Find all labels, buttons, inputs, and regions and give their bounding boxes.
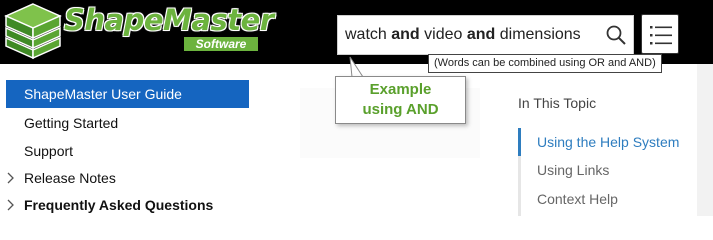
search-icon[interactable] bbox=[605, 24, 627, 46]
sidebar-item-label: Getting Started bbox=[24, 115, 119, 131]
search-term: video bbox=[419, 26, 467, 43]
menu-button[interactable] bbox=[641, 14, 679, 54]
example-callout: Example using AND bbox=[335, 76, 466, 124]
search-term: dimensions bbox=[495, 26, 581, 43]
sidebar-item-release-notes[interactable]: Release Notes bbox=[6, 164, 249, 192]
chevron-right-icon[interactable] bbox=[6, 164, 16, 192]
sidebar-item-faq[interactable]: Frequently Asked Questions bbox=[6, 191, 249, 219]
sidebar-item-getting-started[interactable]: Getting Started bbox=[6, 109, 249, 137]
search-tooltip: (Words can be combined using OR and AND) bbox=[428, 54, 662, 73]
sidebar-item-user-guide[interactable]: ShapeMaster User Guide bbox=[6, 80, 249, 108]
sidebar-item-label: Frequently Asked Questions bbox=[24, 197, 214, 213]
cube-logo-icon bbox=[4, 3, 62, 60]
topic-link-using-links[interactable]: Using Links bbox=[537, 162, 609, 178]
search-query-text: watch and video and dimensions bbox=[345, 26, 581, 44]
callout-line-2: using AND bbox=[362, 101, 439, 118]
topic-link-context-help[interactable]: Context Help bbox=[537, 191, 618, 207]
sidebar-item-label: ShapeMaster User Guide bbox=[24, 86, 182, 102]
sidebar-item-support[interactable]: Support bbox=[6, 137, 249, 165]
shapemaster-logo[interactable]: ShapeMaster Software bbox=[0, 0, 274, 60]
callout-line-1: Example bbox=[369, 81, 432, 98]
search-input[interactable]: watch and video and dimensions bbox=[337, 15, 634, 55]
list-menu-icon bbox=[650, 26, 672, 45]
scrollbar[interactable] bbox=[697, 64, 713, 216]
search-term: watch bbox=[345, 26, 392, 43]
search-operator: and bbox=[391, 26, 420, 43]
topic-link-using-help-system[interactable]: Using the Help System bbox=[537, 134, 679, 150]
sidebar-item-label: Support bbox=[24, 143, 74, 159]
logo-subtitle: Software bbox=[184, 37, 258, 51]
in-this-topic-heading: In This Topic bbox=[518, 95, 597, 111]
logo-title: ShapeMaster bbox=[64, 3, 274, 37]
sidebar-item-label: Release Notes bbox=[24, 170, 116, 186]
topic-rail-active-marker bbox=[518, 128, 521, 156]
chevron-right-icon[interactable] bbox=[6, 191, 16, 219]
search-operator: and bbox=[466, 26, 496, 43]
